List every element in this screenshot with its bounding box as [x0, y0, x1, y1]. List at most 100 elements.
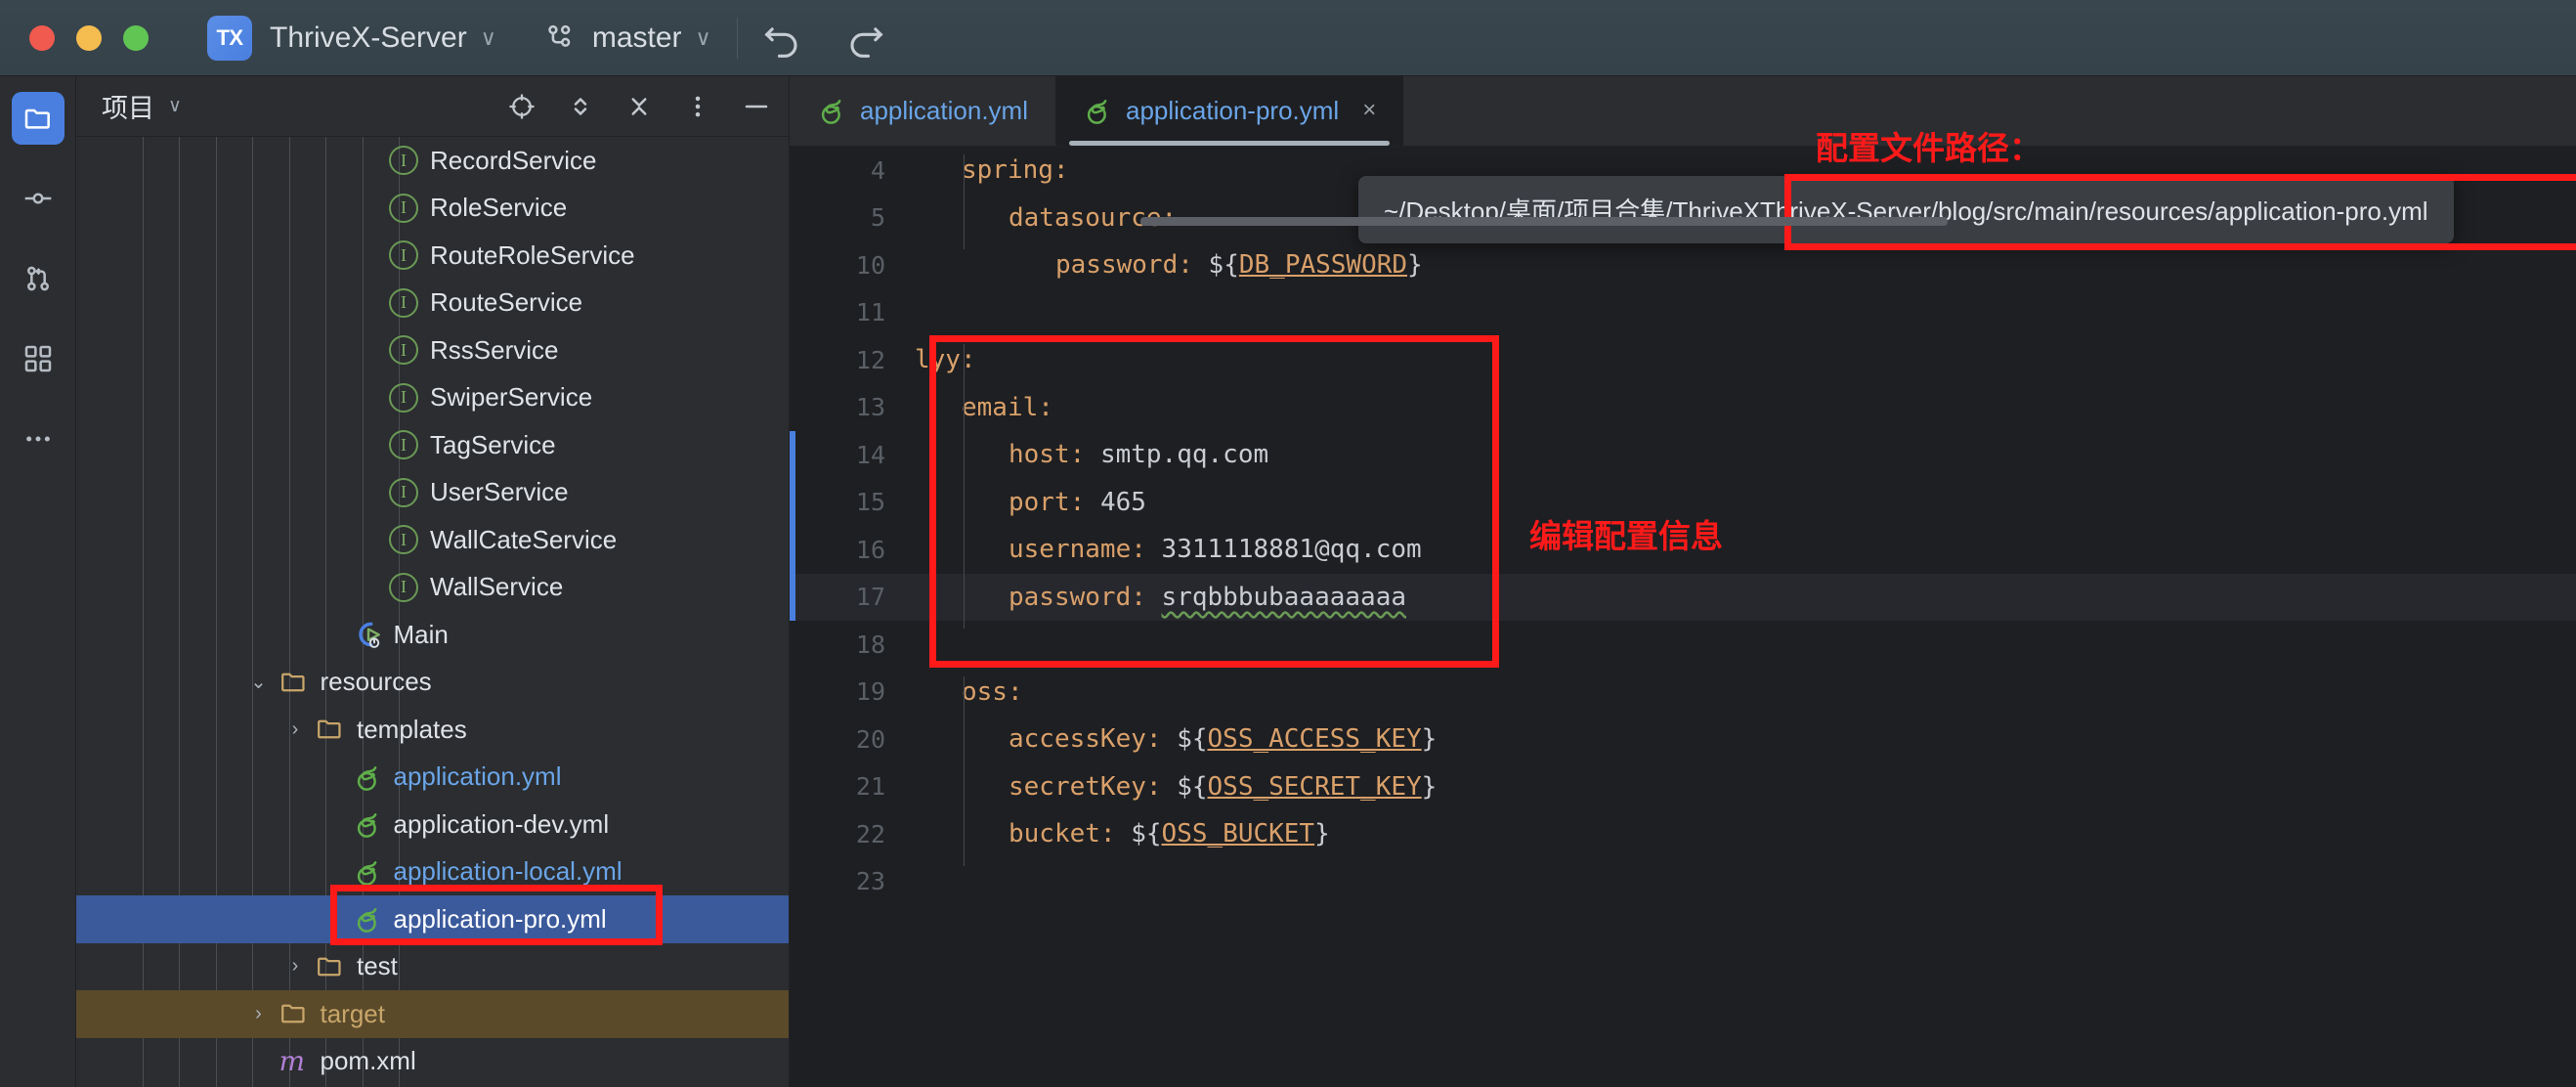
chevron-down-icon[interactable]: ⌄ — [246, 670, 272, 694]
chevron-right-icon[interactable]: › — [246, 1003, 272, 1025]
line-number: 23 — [855, 867, 885, 896]
tree-row-tagservice[interactable]: I TagService — [76, 421, 789, 469]
redo-icon[interactable] — [841, 17, 884, 60]
project-file-tree[interactable]: I RecordService I RoleService I RouteRoleServ… — [76, 137, 789, 1087]
tree-row-application-dev-yml[interactable]: application-dev.yml — [76, 801, 789, 848]
tree-row-resources[interactable]: ⌄ resources — [76, 659, 789, 707]
tree-row-routeservice[interactable]: I RouteService — [76, 280, 789, 327]
tree-row-swiperservice[interactable]: I SwiperService — [76, 374, 789, 422]
interface-icon: I — [389, 477, 418, 507]
yaml-value: ${OSS_BUCKET} — [1131, 819, 1330, 849]
sidebar-item-structure[interactable] — [12, 332, 64, 385]
vertical-dots-icon[interactable] — [683, 92, 712, 121]
code-line-text: spring: — [905, 155, 1069, 185]
yaml-value: ${OSS_ACCESS_KEY} — [1177, 724, 1438, 755]
code-line-14[interactable]: 14 host: smtp.qq.com — [790, 431, 2576, 479]
collapse-all-icon[interactable] — [624, 92, 654, 121]
crosshair-icon[interactable] — [507, 92, 537, 121]
undo-icon[interactable] — [763, 17, 806, 60]
code-line-12[interactable]: 12 lyy: — [790, 336, 2576, 384]
interface-icon: I — [389, 146, 418, 176]
tree-row-label: WallCateService — [430, 524, 618, 554]
branch-name: master — [591, 21, 682, 54]
project-name[interactable]: ThriveX-Server — [270, 22, 467, 55]
interface-icon: I — [389, 287, 418, 318]
window-controls[interactable] — [29, 24, 149, 51]
chevron-down-icon[interactable]: ∨ — [481, 26, 496, 49]
close-window-button[interactable] — [29, 24, 55, 51]
code-line-13[interactable]: 13 email: — [790, 384, 2576, 432]
chevron-right-icon[interactable]: › — [282, 718, 308, 741]
line-number: 14 — [855, 440, 885, 469]
sidebar-item-pull-requests[interactable] — [12, 252, 64, 305]
tree-row-application-yml[interactable]: application.yml — [76, 754, 789, 802]
minus-icon[interactable] — [742, 92, 771, 121]
activity-bar — [0, 76, 76, 1087]
code-line-21[interactable]: 21 secretKey: ${OSS_SECRET_KEY} — [790, 763, 2576, 811]
code-editor[interactable]: 4 spring: 5 datasource: 10 password: ${DB_PAS… — [790, 147, 2576, 1087]
project-panel: 项目 ∨ I RecordService I RoleService I Rou… — [76, 76, 790, 1087]
editor-tab-label: application.yml — [860, 95, 1028, 125]
editor-tab-bar[interactable]: application.yml application-pro.yml × — [790, 75, 2576, 147]
tree-row-templates[interactable]: › templates — [76, 706, 789, 754]
code-line-17[interactable]: 17 password: srqbbbubaaaaaaaa — [790, 573, 2576, 621]
sidebar-item-more[interactable] — [12, 413, 64, 465]
yaml-key: email: — [962, 392, 1053, 422]
chevron-up-down-icon[interactable] — [566, 92, 595, 121]
close-icon[interactable]: × — [1362, 97, 1376, 124]
editor-tab-application-pro-yml[interactable]: application-pro.yml × — [1054, 75, 1404, 146]
code-line-10[interactable]: 10 password: ${DB_PASSWORD} — [790, 241, 2576, 289]
tree-row-test[interactable]: › test — [76, 943, 789, 991]
tree-row-wallservice[interactable]: I WallService — [76, 564, 789, 612]
minimize-window-button[interactable] — [76, 24, 102, 51]
row-icon — [353, 762, 382, 792]
tree-row-label: UserService — [430, 477, 569, 507]
sidebar-item-commit[interactable] — [12, 172, 64, 225]
line-number: 4 — [870, 155, 885, 185]
tree-row-label: resources — [320, 667, 432, 697]
tree-row-target[interactable]: › target — [76, 990, 789, 1038]
yaml-value: ${OSS_SECRET_KEY} — [1177, 771, 1438, 802]
row-icon — [279, 670, 309, 695]
code-line-22[interactable]: 22 bucket: ${OSS_BUCKET} — [790, 810, 2576, 858]
code-fold-guide — [964, 675, 965, 866]
branch-selector[interactable]: master ∨ — [543, 22, 711, 55]
tree-row-main[interactable]: Main — [76, 611, 789, 659]
tree-row-routeroleservice[interactable]: I RouteRoleService — [76, 232, 789, 280]
yaml-key: password: — [1055, 250, 1193, 281]
row-icon — [353, 619, 384, 650]
annotation-path-label: 配置文件路径： — [1816, 130, 2041, 166]
code-line-23[interactable]: 23 — [790, 858, 2576, 906]
maximize-window-button[interactable] — [123, 24, 149, 51]
row-icon: I — [389, 525, 418, 555]
tree-row-wallcateservice[interactable]: I WallCateService — [76, 516, 789, 564]
yaml-key: bucket: — [1009, 819, 1116, 849]
spring-yml-icon — [357, 765, 376, 791]
tree-row-label: TagService — [430, 429, 556, 459]
line-number: 17 — [855, 583, 885, 612]
tree-row-pom-xml[interactable]: m pom.xml — [76, 1038, 789, 1086]
editor-tab-application-yml[interactable]: application.yml — [790, 75, 1055, 146]
code-line-11[interactable]: 11 — [790, 289, 2576, 337]
tree-row-userservice[interactable]: I UserService — [76, 469, 789, 517]
tree-row-application-pro-yml[interactable]: application-pro.yml — [76, 895, 789, 943]
tree-row-roleservice[interactable]: I RoleService — [76, 185, 789, 233]
tree-row-application-local-yml[interactable]: application-local.yml — [76, 848, 789, 896]
tree-row-label: WallService — [430, 572, 564, 602]
tree-row-rssservice[interactable]: I RssService — [76, 326, 789, 374]
structure-icon — [24, 345, 51, 372]
code-line-18[interactable]: 18 — [790, 621, 2576, 669]
row-icon: I — [389, 335, 418, 366]
tree-row-label: test — [357, 951, 398, 981]
code-line-19[interactable]: 19 oss: — [790, 669, 2576, 717]
line-number: 19 — [855, 677, 885, 707]
folder-icon — [280, 1004, 305, 1023]
sidebar-item-project[interactable] — [11, 92, 64, 145]
chevron-right-icon[interactable]: › — [282, 955, 308, 978]
horizontal-scrollbar-thumb[interactable] — [1140, 217, 1948, 226]
tree-row-recordservice[interactable]: I RecordService — [76, 137, 789, 185]
panel-chevron-down-icon[interactable]: ∨ — [168, 95, 182, 117]
line-number: 21 — [855, 772, 885, 802]
editor-tab-label: application-pro.yml — [1125, 95, 1340, 125]
code-line-20[interactable]: 20 accessKey: ${OSS_ACCESS_KEY} — [790, 716, 2576, 763]
